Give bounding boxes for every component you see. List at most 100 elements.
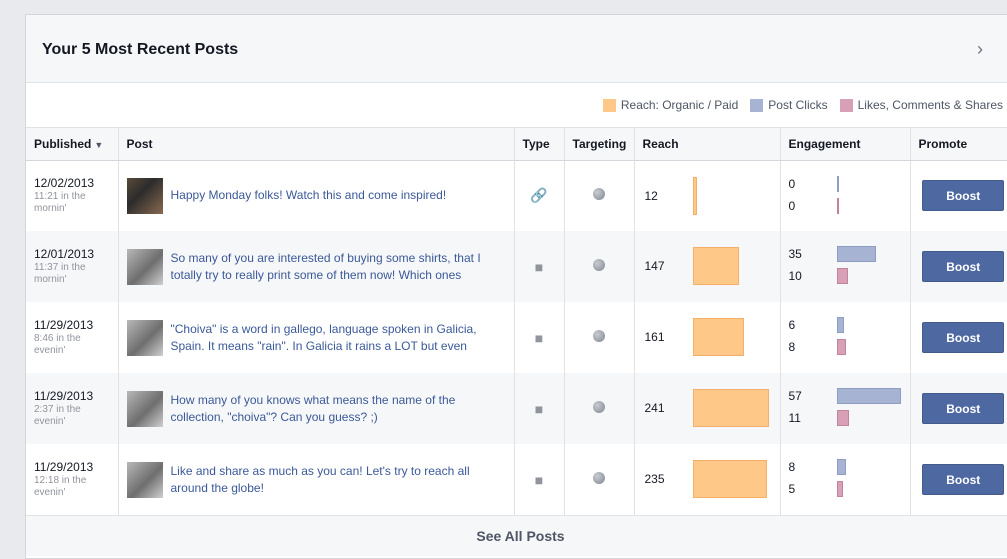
boost-button[interactable]: Boost <box>922 464 1005 495</box>
reach-cell: 241 <box>634 373 781 444</box>
globe-icon <box>593 330 605 342</box>
reach-cell: 12 <box>634 160 781 231</box>
engagement-cell: 8 5 <box>780 444 911 515</box>
legend-likes: Likes, Comments & Shares <box>839 98 1003 112</box>
post-clicks-value: 6 <box>788 318 796 332</box>
recent-posts-panel: Your 5 Most Recent Posts › Reach: Organi… <box>25 14 1007 559</box>
see-all-posts-link[interactable]: See All Posts <box>26 515 1007 556</box>
col-targeting: Targeting <box>564 128 635 161</box>
table-row: 11/29/2013 12:18 in the evenin' Like and… <box>26 444 1007 515</box>
post-clicks-bar <box>836 175 839 192</box>
col-engagement: Engagement <box>780 128 911 161</box>
type-cell: ■ <box>514 302 565 373</box>
likes-bar <box>836 197 839 214</box>
sort-down-icon[interactable]: ▼ <box>94 140 103 150</box>
legend-swatch-icon <box>839 98 853 112</box>
targeting-cell <box>564 160 635 231</box>
post-clicks-value: 8 <box>788 460 796 474</box>
panel-title: Your 5 Most Recent Posts <box>42 41 239 58</box>
table-row: 12/01/2013 11:37 in the mornin' So many … <box>26 231 1007 302</box>
table-header-row: Published ▼ Post Type Targeting Reach Eng… <box>26 128 1007 161</box>
targeting-cell <box>564 231 635 302</box>
col-type: Type <box>514 128 565 161</box>
post-clicks-bar <box>836 246 876 262</box>
post-thumbnail[interactable] <box>126 461 163 498</box>
legend-reach: Reach: Organic / Paid <box>602 98 739 112</box>
post-clicks-value: 0 <box>788 176 796 191</box>
promote-cell: Boost <box>910 444 1007 515</box>
panel-header: Your 5 Most Recent Posts › <box>26 15 1007 83</box>
published-cell: 12/02/2013 11:21 in the mornin' <box>26 160 119 231</box>
post-thumbnail[interactable] <box>126 319 163 356</box>
post-thumbnail[interactable] <box>126 177 163 214</box>
post-text-link[interactable]: Like and share as much as you can! Let's… <box>171 463 506 497</box>
type-cell: ■ <box>514 444 565 515</box>
post-date: 12/02/2013 <box>34 176 95 191</box>
boost-button[interactable]: Boost <box>922 393 1005 424</box>
likes-value: 10 <box>788 269 802 283</box>
globe-icon <box>593 259 605 271</box>
reach-cell: 147 <box>634 231 781 302</box>
type-cell: 🔗 <box>514 160 565 231</box>
post-time: 11:37 in the mornin' <box>34 262 86 285</box>
post-time: 8:46 in the evenin' <box>34 333 81 356</box>
legend-label: Reach: Organic / Paid <box>620 98 739 112</box>
post-cell: So many of you are interested of buying … <box>118 231 515 302</box>
post-time: 2:37 in the evenin' <box>34 404 81 427</box>
likes-value: 11 <box>788 411 801 425</box>
engagement-cell: 0 0 <box>780 160 911 231</box>
legend-swatch-icon <box>602 98 616 112</box>
chart-legend: Reach: Organic / Paid Post Clicks Likes,… <box>26 83 1007 128</box>
table-row: 12/02/2013 11:21 in the mornin' Happy Mo… <box>26 160 1007 231</box>
boost-button[interactable]: Boost <box>922 180 1005 212</box>
published-cell: 11/29/2013 2:37 in the evenin' <box>26 373 119 444</box>
type-cell: ■ <box>514 373 565 444</box>
promote-cell: Boost <box>910 231 1007 302</box>
post-thumbnail[interactable] <box>126 390 163 427</box>
post-clicks-bar <box>836 459 846 475</box>
chevron-right-icon[interactable]: › <box>977 39 983 60</box>
reach-bar <box>692 318 744 356</box>
post-text-link[interactable]: Happy Monday folks! Watch this and come … <box>171 187 447 204</box>
type-cell: ■ <box>514 231 565 302</box>
globe-icon <box>593 188 605 201</box>
engagement-cell: 35 10 <box>780 231 911 302</box>
targeting-cell <box>564 302 635 373</box>
boost-button[interactable]: Boost <box>922 322 1005 353</box>
reach-value: 12 <box>644 188 658 203</box>
boost-button[interactable]: Boost <box>922 251 1005 282</box>
post-time: 11:21 in the mornin' <box>34 191 86 215</box>
targeting-cell <box>564 373 635 444</box>
reach-value: 147 <box>644 259 665 273</box>
reach-value: 161 <box>644 330 665 344</box>
likes-bar <box>836 268 848 284</box>
legend-swatch-icon <box>750 98 764 112</box>
col-promote: Promote <box>910 128 1007 161</box>
col-reach: Reach <box>634 128 781 161</box>
published-cell: 11/29/2013 12:18 in the evenin' <box>26 444 119 515</box>
status-icon: ■ <box>534 329 544 346</box>
post-cell: Happy Monday folks! Watch this and come … <box>118 160 515 231</box>
post-text-link[interactable]: "Choiva" is a word in gallego, language … <box>171 321 506 355</box>
post-thumbnail[interactable] <box>126 248 163 285</box>
post-clicks-bar <box>836 388 901 404</box>
reach-bar <box>692 176 697 215</box>
posts-table: Published ▼ Post Type Targeting Reach Eng… <box>26 128 1007 515</box>
globe-icon <box>593 401 605 413</box>
likes-bar <box>836 481 843 497</box>
post-text-link[interactable]: So many of you are interested of buying … <box>171 250 506 284</box>
likes-bar <box>836 410 849 426</box>
reach-bar <box>692 460 767 498</box>
post-date: 11/29/2013 <box>34 318 94 332</box>
reach-bar <box>692 247 739 285</box>
likes-bar <box>836 339 846 355</box>
published-cell: 12/01/2013 11:37 in the mornin' <box>26 231 119 302</box>
col-published[interactable]: Published ▼ <box>26 128 119 161</box>
post-clicks-value: 35 <box>788 247 802 261</box>
promote-cell: Boost <box>910 302 1007 373</box>
post-time: 12:18 in the evenin' <box>34 475 87 498</box>
promote-cell: Boost <box>910 373 1007 444</box>
post-text-link[interactable]: How many of you knows what means the nam… <box>171 392 506 426</box>
legend-label: Likes, Comments & Shares <box>857 98 1003 112</box>
targeting-cell <box>564 444 635 515</box>
